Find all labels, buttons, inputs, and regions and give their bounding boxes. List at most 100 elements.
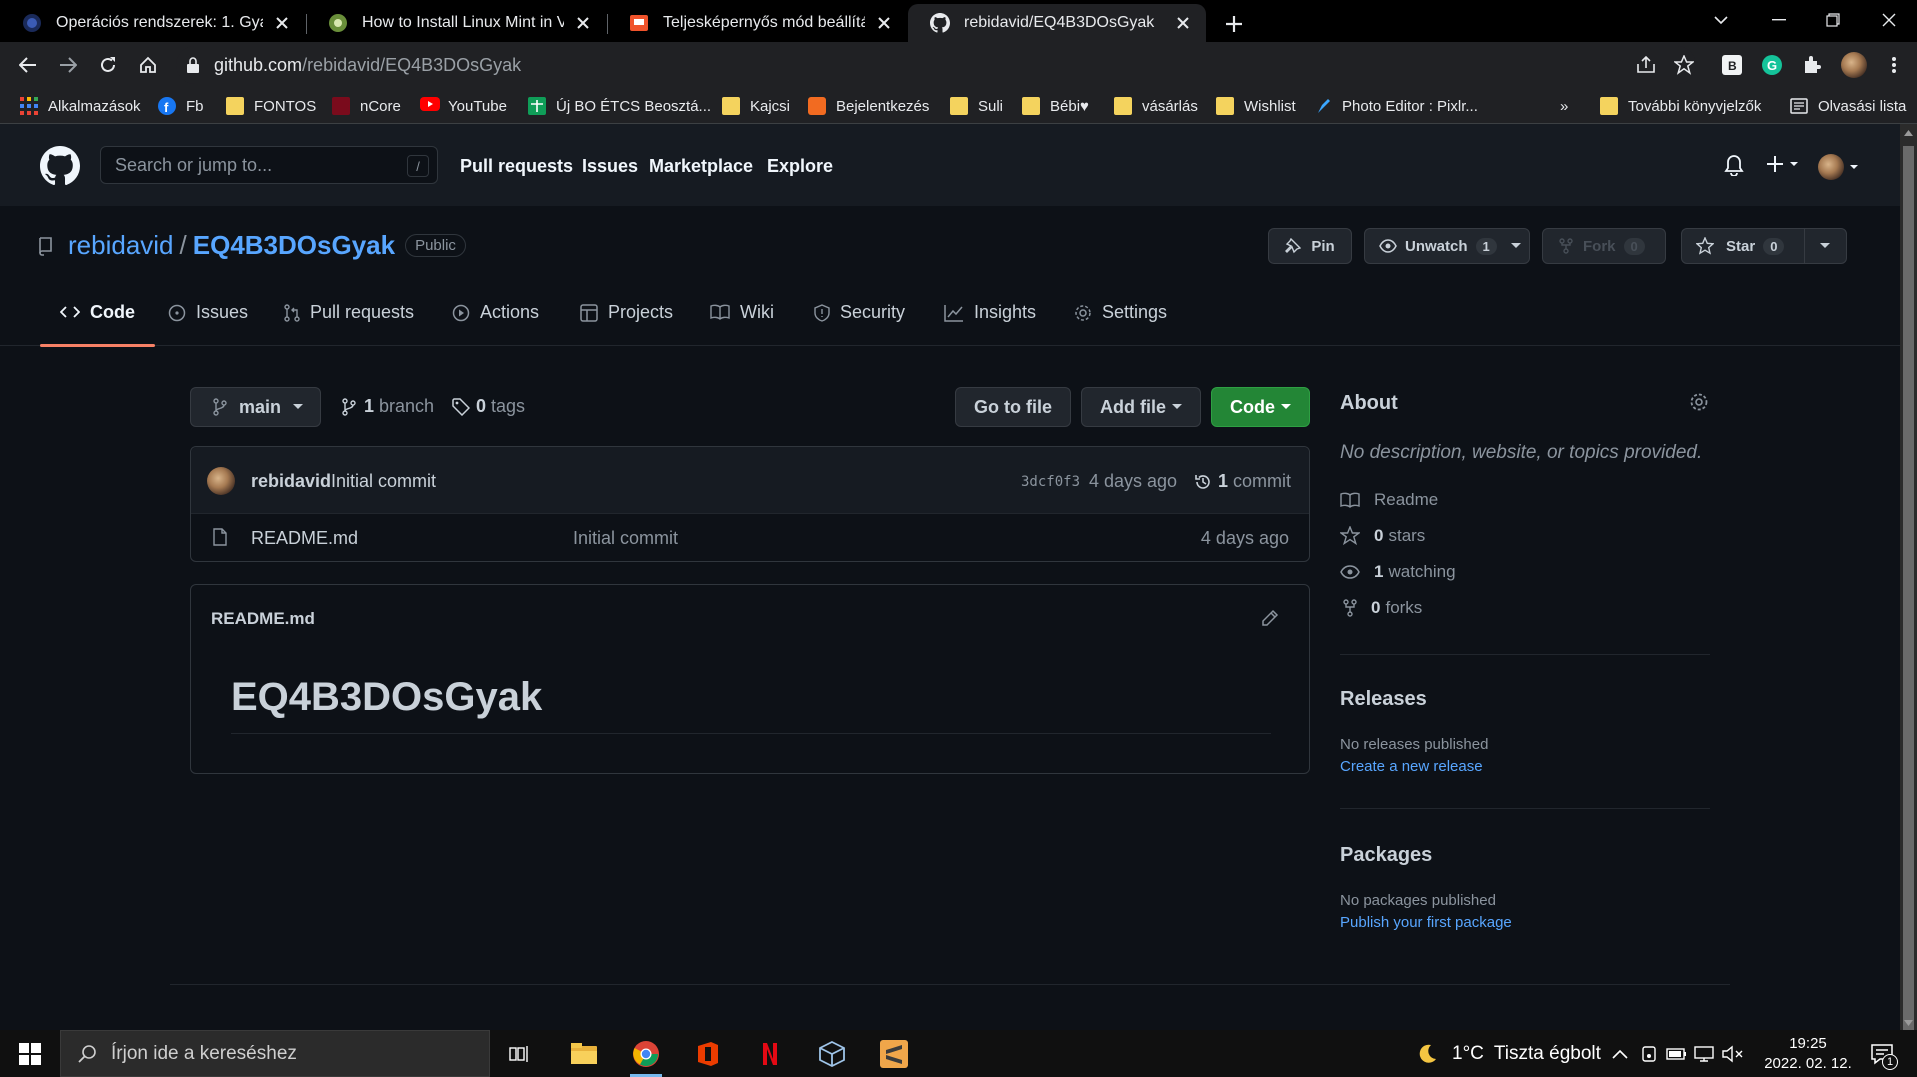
browser-tab[interactable]: How to Install Linux Mint in Virtu — [306, 4, 606, 42]
forks-link[interactable]: 0 forks — [1340, 598, 1422, 618]
new-tab-button[interactable] — [1218, 8, 1250, 40]
pin-button[interactable]: Pin — [1268, 228, 1352, 264]
commit-history-link[interactable]: 1 commit — [1194, 471, 1291, 492]
sublime-icon[interactable] — [874, 1036, 914, 1072]
virtualbox-icon[interactable] — [812, 1036, 852, 1072]
tag-count-link[interactable]: 0 tags — [452, 396, 525, 417]
about-settings-gear-icon[interactable] — [1689, 392, 1709, 412]
bookmark-item[interactable]: Bébi♥ — [1022, 94, 1089, 118]
scrollbar-thumb[interactable] — [1903, 146, 1914, 1046]
tab-settings[interactable]: Settings — [1074, 302, 1167, 346]
bookmark-item[interactable]: Kajcsi — [722, 94, 790, 118]
branch-count-link[interactable]: 1 branch — [342, 396, 434, 417]
notifications-bell-icon[interactable] — [1724, 154, 1744, 176]
share-icon[interactable] — [1632, 51, 1660, 79]
tray-device-icon[interactable] — [1640, 1030, 1658, 1077]
pencil-edit-icon[interactable] — [1261, 609, 1279, 627]
extension-b-icon[interactable]: B — [1718, 51, 1746, 79]
user-avatar-menu[interactable] — [1818, 154, 1860, 180]
search-input[interactable]: Search or jump to... / — [100, 146, 438, 184]
tab-search-button[interactable] — [1694, 0, 1748, 40]
browser-tab[interactable]: Operációs rendszerek: 1. Gyak — [0, 4, 305, 42]
weather-widget[interactable]: 1°C Tiszta égbolt — [1416, 1030, 1601, 1077]
nav-explore[interactable]: Explore — [767, 156, 833, 177]
netflix-icon[interactable] — [750, 1036, 790, 1072]
browser-tab[interactable]: Teljesképernyős mód beállítása V — [607, 4, 907, 42]
office-icon[interactable] — [688, 1036, 728, 1072]
tray-overflow-chevron-icon[interactable] — [1612, 1030, 1628, 1077]
unwatch-button[interactable]: Unwatch 1 — [1364, 228, 1530, 264]
avatar[interactable] — [207, 467, 235, 495]
forward-button[interactable] — [52, 49, 84, 81]
tab-actions[interactable]: Actions — [452, 302, 539, 346]
file-explorer-icon[interactable] — [564, 1036, 604, 1072]
fork-button[interactable]: Fork 0 — [1542, 228, 1666, 264]
star-button[interactable]: Star 0 — [1681, 228, 1847, 264]
bookmark-item[interactable]: nCore — [332, 94, 401, 118]
bookmark-item[interactable]: f Fb — [158, 94, 204, 118]
file-commit-message[interactable]: Initial commit — [573, 528, 678, 549]
stars-link[interactable]: 0 stars — [1340, 526, 1425, 546]
tab-wiki[interactable]: Wiki — [710, 302, 774, 346]
readme-filename[interactable]: README.md — [211, 609, 315, 629]
bookmark-item[interactable]: YouTube — [420, 94, 507, 118]
star-list-chevron-icon[interactable] — [1820, 243, 1830, 249]
code-clone-button[interactable]: Code — [1211, 387, 1310, 427]
tab-security[interactable]: Security — [814, 302, 905, 346]
battery-icon[interactable] — [1666, 1030, 1688, 1077]
commit-author[interactable]: rebidavid — [251, 471, 331, 492]
commit-sha[interactable]: 3dcf0f3 — [1021, 474, 1080, 490]
tab-pull-requests[interactable]: Pull requests — [284, 302, 414, 346]
nav-issues[interactable]: Issues — [582, 156, 638, 177]
create-new-plus-icon[interactable] — [1766, 154, 1800, 174]
add-file-button[interactable]: Add file — [1081, 387, 1201, 427]
home-button[interactable] — [132, 49, 164, 81]
tab-insights[interactable]: Insights — [944, 302, 1036, 346]
bookmark-item[interactable]: Alkalmazások — [20, 94, 141, 118]
bookmark-item[interactable]: Suli — [950, 94, 1003, 118]
clock[interactable]: 19:25 2022. 02. 12. — [1758, 1034, 1858, 1074]
bookmark-star-icon[interactable] — [1670, 51, 1698, 79]
publish-package-link[interactable]: Publish your first package — [1340, 914, 1512, 931]
page-scrollbar[interactable] — [1900, 124, 1917, 1046]
profile-avatar[interactable] — [1840, 51, 1868, 79]
close-tab-icon[interactable] — [572, 12, 594, 34]
nav-pull-requests[interactable]: Pull requests — [460, 156, 573, 177]
packages-heading[interactable]: Packages — [1340, 844, 1432, 867]
repo-owner-link[interactable]: rebidavid — [68, 230, 174, 261]
restore-button[interactable] — [1806, 0, 1860, 40]
notification-center-icon[interactable]: 1 — [1870, 1030, 1898, 1077]
create-release-link[interactable]: Create a new release — [1340, 758, 1483, 775]
tab-issues[interactable]: Issues — [168, 302, 248, 346]
bookmark-item[interactable]: Photo Editor : Pixlr... — [1314, 94, 1478, 118]
file-row[interactable]: README.md Initial commit 4 days ago — [191, 514, 1309, 562]
close-window-button[interactable] — [1862, 0, 1916, 40]
bookmark-item[interactable]: Új BO ÉTCS Beosztá... — [528, 94, 711, 118]
other-bookmarks[interactable]: További könyvjelzők — [1600, 94, 1761, 118]
network-icon[interactable] — [1694, 1030, 1716, 1077]
repo-name-link[interactable]: EQ4B3DOsGyak — [193, 230, 395, 261]
reload-button[interactable] — [92, 49, 124, 81]
releases-heading[interactable]: Releases — [1340, 688, 1427, 711]
readme-link[interactable]: Readme — [1340, 490, 1438, 510]
nav-marketplace[interactable]: Marketplace — [649, 156, 753, 177]
windows-start-icon[interactable] — [10, 1036, 50, 1072]
go-to-file-button[interactable]: Go to file — [955, 387, 1071, 427]
bookmark-item[interactable]: FONTOS — [226, 94, 316, 118]
branch-selector[interactable]: main — [190, 387, 321, 427]
browser-tab-active[interactable]: rebidavid/EQ4B3DOsGyak — [908, 4, 1206, 42]
menu-dots-icon[interactable] — [1880, 51, 1908, 79]
grammarly-icon[interactable]: G — [1758, 51, 1786, 79]
taskbar-search-input[interactable]: Írjon ide a kereséshez — [60, 1030, 490, 1077]
file-name[interactable]: README.md — [251, 528, 358, 549]
bookmarks-overflow-button[interactable]: » — [1560, 94, 1568, 118]
address-bar[interactable]: github.com/rebidavid/EQ4B3DOsGyak — [176, 46, 1696, 84]
commit-message[interactable]: Initial commit — [331, 471, 436, 492]
close-tab-icon[interactable] — [873, 12, 895, 34]
bookmark-item[interactable]: Bejelentkezés — [808, 94, 929, 118]
task-view-icon[interactable] — [500, 1036, 540, 1072]
volume-muted-icon[interactable] — [1722, 1030, 1744, 1077]
bookmark-item[interactable]: Wishlist — [1216, 94, 1296, 118]
tab-projects[interactable]: Projects — [580, 302, 673, 346]
close-tab-icon[interactable] — [1172, 12, 1194, 34]
